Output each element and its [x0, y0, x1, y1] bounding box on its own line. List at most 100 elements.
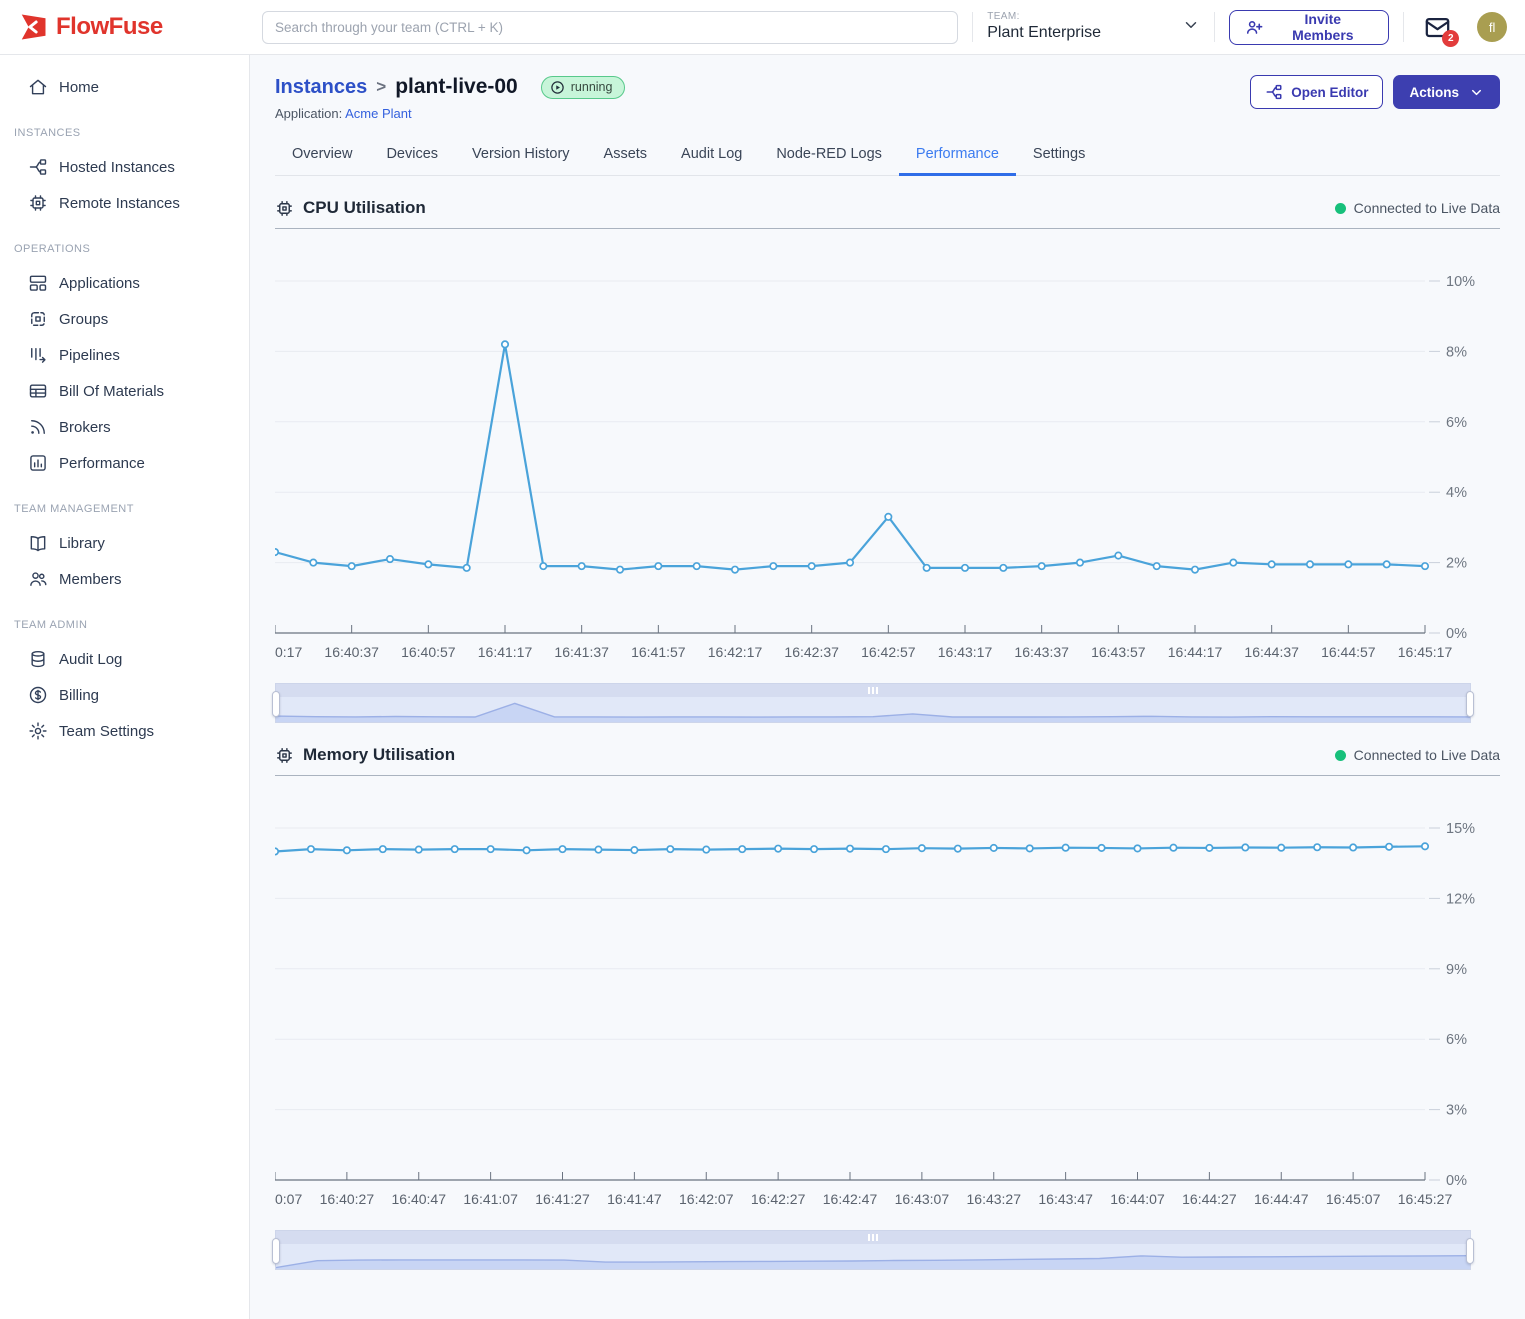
svg-text:16:43:17: 16:43:17	[938, 644, 993, 660]
library-icon	[28, 533, 48, 553]
sidebar-item-home[interactable]: Home	[0, 69, 249, 105]
cpu-chip-icon	[275, 199, 294, 218]
sidebar-item-label: Bill Of Materials	[59, 383, 164, 400]
sidebar-item-pipelines[interactable]: Pipelines	[0, 337, 249, 373]
tab-devices[interactable]: Devices	[369, 137, 455, 176]
memory-live-status: Connected to Live Data	[1335, 747, 1500, 763]
breadcrumb-separator: >	[376, 77, 386, 97]
sidebar-item-library[interactable]: Library	[0, 525, 249, 561]
svg-text:0:17: 0:17	[275, 644, 302, 660]
top-bar: FlowFuse TEAM: Plant Enterprise	[0, 0, 1525, 55]
sidebar-item-label: Applications	[59, 275, 140, 292]
cpu-chart-brush[interactable]	[275, 683, 1471, 723]
sidebar-section-label: INSTANCES	[0, 105, 249, 149]
sidebar-item-billing[interactable]: Billing	[0, 677, 249, 713]
actions-button[interactable]: Actions	[1393, 75, 1500, 109]
tab-node-red-logs[interactable]: Node-RED Logs	[759, 137, 899, 176]
svg-text:16:41:37: 16:41:37	[554, 644, 609, 660]
applications-icon	[28, 273, 48, 293]
tab-assets[interactable]: Assets	[587, 137, 665, 176]
sidebar-item-performance[interactable]: Performance	[0, 445, 249, 481]
sidebar-item-label: Hosted Instances	[59, 159, 175, 176]
memory-chip-icon	[275, 746, 294, 765]
cpu-brush-handle-right[interactable]	[1466, 691, 1474, 717]
svg-text:9%: 9%	[1446, 962, 1467, 978]
invite-members-label: Invite Members	[1272, 11, 1373, 43]
cpu-live-status-text: Connected to Live Data	[1354, 200, 1500, 216]
hierarchy-icon	[1265, 83, 1283, 101]
main-content: Instances > plant-live-00 running	[250, 55, 1525, 1319]
svg-text:16:40:37: 16:40:37	[324, 644, 379, 660]
notifications-button[interactable]: 2	[1424, 14, 1451, 41]
performance-icon	[28, 453, 48, 473]
settings-icon	[28, 721, 48, 741]
sidebar-item-team-settings[interactable]: Team Settings	[0, 713, 249, 749]
invite-members-button[interactable]: Invite Members	[1229, 10, 1389, 45]
search-input[interactable]	[262, 11, 958, 44]
sidebar-item-label: Brokers	[59, 419, 111, 436]
tab-settings[interactable]: Settings	[1016, 137, 1102, 176]
cpu-live-status: Connected to Live Data	[1335, 200, 1500, 216]
sidebar-item-audit-log[interactable]: Audit Log	[0, 641, 249, 677]
brokers-icon	[28, 417, 48, 437]
notification-count-badge: 2	[1442, 30, 1459, 47]
svg-text:16:44:27: 16:44:27	[1182, 1191, 1237, 1207]
sidebar-section-label: TEAM MANAGEMENT	[0, 481, 249, 525]
sidebar-item-label: Billing	[59, 687, 99, 704]
memory-chart-brush[interactable]	[275, 1230, 1471, 1270]
cpu-brush-area[interactable]	[276, 697, 1470, 722]
svg-text:16:45:17: 16:45:17	[1398, 644, 1453, 660]
svg-text:16:44:17: 16:44:17	[1168, 644, 1223, 660]
cpu-brush-handle-left[interactable]	[272, 691, 280, 717]
sidebar-item-members[interactable]: Members	[0, 561, 249, 597]
application-link[interactable]: Acme Plant	[345, 106, 411, 121]
cpu-utilisation-chart: 0%2%4%6%8%10%0:1716:40:3716:40:5716:41:1…	[275, 229, 1500, 673]
cpu-section-title-text: CPU Utilisation	[303, 198, 426, 218]
svg-text:4%: 4%	[1446, 485, 1467, 501]
cpu-section-title: CPU Utilisation	[275, 198, 426, 218]
svg-text:16:41:47: 16:41:47	[607, 1191, 662, 1207]
remote-instances-icon	[28, 193, 48, 213]
svg-text:16:45:27: 16:45:27	[1398, 1191, 1453, 1207]
sidebar-item-applications[interactable]: Applications	[0, 265, 249, 301]
svg-text:10%: 10%	[1446, 274, 1475, 290]
sidebar-item-remote-instances[interactable]: Remote Instances	[0, 185, 249, 221]
sidebar-item-label: Remote Instances	[59, 195, 180, 212]
cpu-section-header: CPU Utilisation Connected to Live Data	[275, 190, 1500, 229]
tab-performance[interactable]: Performance	[899, 137, 1016, 176]
breadcrumb-instances-link[interactable]: Instances	[275, 76, 367, 99]
divider	[1403, 12, 1404, 42]
svg-text:16:40:47: 16:40:47	[392, 1191, 447, 1207]
svg-text:15%: 15%	[1446, 821, 1475, 837]
tab-audit-log[interactable]: Audit Log	[664, 137, 759, 176]
sidebar-item-label: Audit Log	[59, 651, 122, 668]
status-badge-label: running	[571, 80, 613, 94]
sidebar-item-brokers[interactable]: Brokers	[0, 409, 249, 445]
sidebar-item-label: Performance	[59, 455, 145, 472]
open-editor-button[interactable]: Open Editor	[1250, 75, 1383, 109]
cpu-brush-grip[interactable]	[276, 684, 1470, 697]
memory-brush-handle-left[interactable]	[272, 1238, 280, 1264]
home-icon	[28, 77, 48, 97]
team-selector[interactable]: TEAM: Plant Enterprise	[987, 11, 1200, 44]
sidebar-item-bill-of-materials[interactable]: Bill Of Materials	[0, 373, 249, 409]
page-head: Instances > plant-live-00 running	[275, 75, 1500, 121]
memory-brush-area[interactable]	[276, 1244, 1470, 1269]
avatar[interactable]: fl	[1477, 12, 1507, 42]
flowfuse-logo[interactable]: FlowFuse	[0, 12, 250, 42]
team-texts: TEAM: Plant Enterprise	[987, 11, 1101, 44]
tab-overview[interactable]: Overview	[275, 137, 369, 176]
sidebar-item-label: Home	[59, 79, 99, 96]
svg-text:16:42:27: 16:42:27	[751, 1191, 806, 1207]
memory-brush-grip[interactable]	[276, 1231, 1470, 1244]
tab-version-history[interactable]: Version History	[455, 137, 587, 176]
page-title: plant-live-00	[395, 75, 518, 99]
sidebar-item-groups[interactable]: Groups	[0, 301, 249, 337]
team-name: Plant Enterprise	[987, 23, 1101, 43]
sidebar-item-label: Library	[59, 535, 105, 552]
svg-text:16:43:57: 16:43:57	[1091, 644, 1146, 660]
memory-brush-handle-right[interactable]	[1466, 1238, 1474, 1264]
page-head-buttons: Open Editor Actions	[1250, 75, 1500, 109]
sidebar-item-hosted-instances[interactable]: Hosted Instances	[0, 149, 249, 185]
svg-text:16:43:27: 16:43:27	[967, 1191, 1022, 1207]
